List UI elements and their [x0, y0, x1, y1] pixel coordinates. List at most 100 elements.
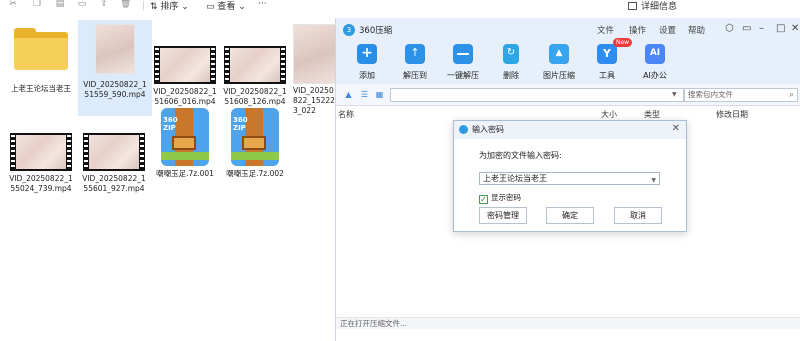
image-compress-button[interactable]: 图片压缩: [537, 44, 581, 81]
file-name: VID_20250822_155024_739.mp4: [9, 174, 73, 193]
video-thumbnail: [293, 24, 337, 84]
copy-icon[interactable]: ❐: [32, 0, 42, 9]
file-name: 上老王论坛当老王: [11, 84, 71, 93]
column-headers: 名称 大小 类型 修改日期: [336, 108, 800, 120]
video-thumbnail: [95, 24, 135, 74]
add-button[interactable]: 添加: [345, 44, 389, 81]
tools-button[interactable]: New 工具: [585, 38, 633, 81]
details-label: 详细信息: [641, 2, 678, 12]
rename-icon[interactable]: ▭: [77, 0, 87, 9]
extract-to-label: 解压到: [403, 71, 427, 80]
more-button[interactable]: ···: [258, 0, 267, 9]
minimize-icon[interactable]: –: [759, 23, 764, 35]
thumbnail-view-icon[interactable]: ▦: [375, 90, 384, 99]
cancel-button[interactable]: 取消: [614, 207, 662, 224]
tools-icon: New: [597, 38, 633, 64]
dialog-title-bar: 输入密码 ✕: [454, 121, 686, 139]
file-name: 嘲嘲玉足.7z.002: [226, 169, 284, 178]
file-item[interactable]: VID_20250822_151606_016.mp4: [152, 46, 218, 107]
file-item-selected[interactable]: VID_20250822_151559_590.mp4: [78, 20, 152, 116]
file-name: 嘲嘲玉足.7z.001: [156, 169, 214, 178]
maximize-icon[interactable]: □: [776, 23, 785, 35]
video-thumbnail: [224, 46, 286, 84]
feedback-icon[interactable]: ▭: [742, 23, 751, 35]
file-name: VID_20250822_151606_016.mp4: [153, 87, 217, 106]
toolbar-divider: [143, 1, 144, 10]
chevron-down-icon[interactable]: ▼: [672, 91, 677, 98]
cut-icon[interactable]: ✂: [8, 0, 18, 9]
up-arrow-icon[interactable]: ▲: [344, 90, 353, 99]
sort-label: 排序: [160, 2, 179, 12]
file-name: VID_20250822_151608_126.mp4: [223, 87, 287, 106]
menu-help[interactable]: 帮助: [688, 24, 705, 36]
file-item[interactable]: VID_20250822_151608_126.mp4: [222, 46, 288, 107]
details-pane-icon: [628, 2, 637, 10]
delete-label: 删除: [503, 71, 519, 80]
file-name: VID_20250822_151559_590.mp4: [83, 80, 147, 99]
file-item[interactable]: 360 ZIP 嘲嘲玉足.7z.002: [222, 108, 288, 179]
add-label: 添加: [359, 71, 375, 80]
file-item[interactable]: 360 ZIP 嘲嘲玉足.7z.001: [152, 108, 218, 179]
search-input[interactable]: 搜索包内文件 ⌕: [684, 88, 798, 102]
password-manager-button[interactable]: 密码管理: [479, 207, 527, 224]
column-modified[interactable]: 修改日期: [716, 109, 748, 120]
password-value: 上老王论坛当老王: [483, 174, 547, 183]
menu-file[interactable]: 文件: [597, 24, 614, 36]
delete-icon[interactable]: 🗑: [120, 0, 131, 9]
file-name: VID_20250822_152223_022: [293, 86, 335, 115]
search-placeholder: 搜索包内文件: [688, 90, 733, 99]
menu-actions[interactable]: 操作: [629, 24, 646, 36]
image-compress-label: 图片压缩: [543, 71, 575, 80]
ai-office-label: AI办公: [643, 71, 667, 80]
delete-button[interactable]: 删除: [489, 44, 533, 81]
app-logo-icon: 3: [343, 24, 355, 36]
password-dialog: 输入密码 ✕ 为加密的文件输入密码: 上老王论坛当老王 ▼ ✓ 显示密码 密码管理…: [453, 120, 687, 232]
close-icon[interactable]: ✕: [791, 23, 799, 35]
column-name[interactable]: 名称: [338, 109, 354, 120]
one-click-extract-button[interactable]: 一键解压: [441, 44, 485, 81]
image-compress-icon: [549, 44, 569, 64]
extract-to-button[interactable]: 解压到: [393, 44, 437, 81]
video-thumbnail: [10, 133, 72, 171]
file-name: VID_20250822_155601_927.mp4: [82, 174, 146, 193]
explorer-toolbar: ✂ ❐ ▤ ▭ ⇪ 🗑 ⇅ 排序 ⌄ ▭ 查看 ⌄ ··· 详细信息: [0, 0, 800, 14]
folder-item[interactable]: 上老王论坛当老王: [8, 28, 74, 94]
video-thumbnail: [154, 46, 216, 84]
file-item[interactable]: VID_20250822_155024_739.mp4: [8, 133, 74, 194]
details-button[interactable]: 详细信息: [628, 0, 677, 12]
video-thumbnail: [83, 133, 145, 171]
view-button[interactable]: ▭ 查看 ⌄: [206, 0, 246, 12]
dialog-title: 输入密码: [472, 125, 504, 134]
checkbox-checked-icon: ✓: [479, 195, 488, 204]
zip-brand: 360: [233, 116, 248, 124]
list-view-icon[interactable]: ☰: [360, 90, 369, 99]
column-size[interactable]: 大小: [601, 109, 617, 120]
paste-icon[interactable]: ▤: [55, 0, 65, 9]
dialog-prompt: 为加密的文件输入密码:: [479, 151, 562, 160]
app-logo-icon: [459, 125, 468, 134]
ai-office-icon: [645, 44, 665, 64]
password-input[interactable]: 上老王论坛当老王 ▼: [479, 172, 660, 185]
delete-icon: [503, 44, 519, 64]
address-bar: ▲ ☰ ▦ ▼ 搜索包内文件 ⌕: [336, 84, 800, 106]
share-icon[interactable]: ⇪: [99, 0, 109, 9]
status-bar: 正在打开压缩文件...: [336, 317, 800, 329]
show-password-checkbox[interactable]: ✓ 显示密码: [479, 192, 521, 204]
menu-settings[interactable]: 设置: [659, 24, 676, 36]
show-password-label: 显示密码: [491, 193, 521, 202]
path-input[interactable]: [390, 88, 684, 102]
search-icon[interactable]: ⌕: [789, 89, 794, 101]
column-type[interactable]: 类型: [644, 109, 660, 120]
chevron-down-icon[interactable]: ▼: [651, 175, 656, 186]
file-item[interactable]: VID_20250822_155601_927.mp4: [81, 133, 147, 194]
skin-icon[interactable]: ⬡: [725, 23, 734, 35]
ok-button[interactable]: 确定: [546, 207, 594, 224]
close-icon[interactable]: ✕: [672, 123, 680, 134]
one-click-extract-label: 一键解压: [447, 71, 479, 80]
zip-type: ZIP: [233, 124, 246, 132]
ai-office-button[interactable]: AI办公: [633, 44, 677, 81]
file-item[interactable]: VID_20250822_152223_022: [293, 24, 337, 116]
sort-button[interactable]: ⇅ 排序 ⌄: [150, 0, 189, 12]
zip-header: 3 360压缩 文件 操作 设置 帮助 ⬡ ▭ – □ ✕ 添加 解压到 一键解…: [336, 18, 800, 84]
add-icon: [357, 44, 377, 64]
